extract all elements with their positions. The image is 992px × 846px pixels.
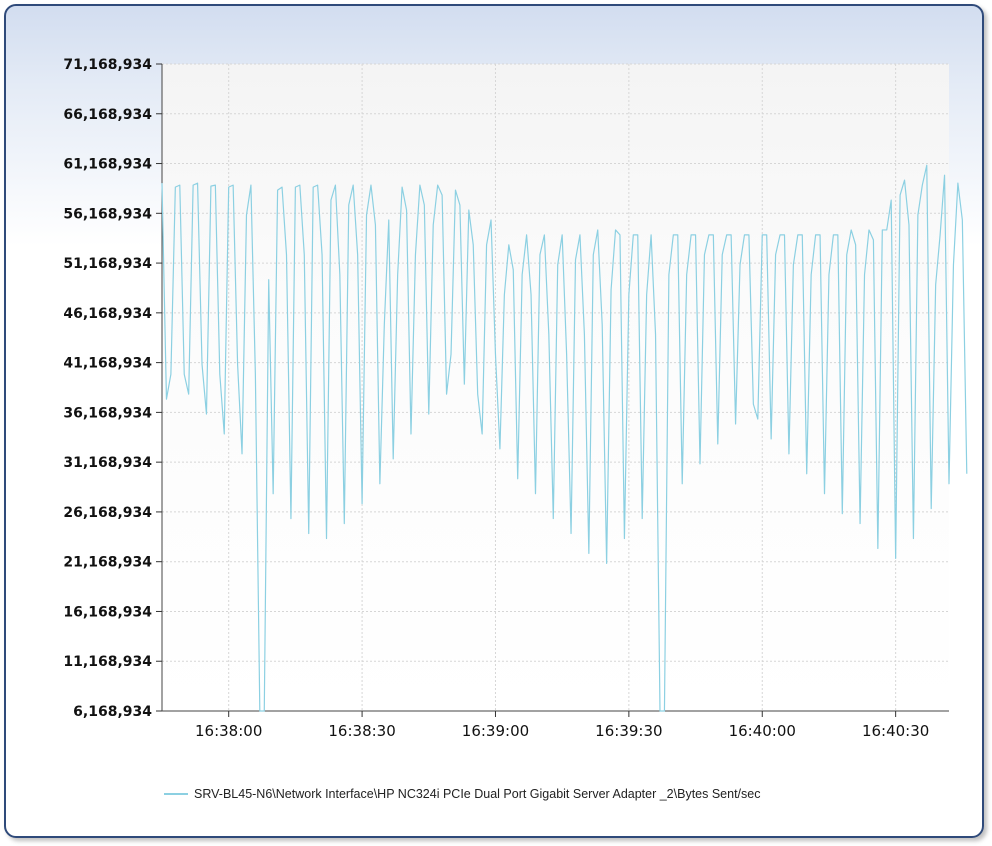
legend-swatch [164,793,188,795]
chart-canvas: 6,168,934 11,168,934 16,168,934 21,168,934 2… [63,57,968,740]
x-tick-label: 16:40:00 [729,722,796,740]
x-tick-label: 16:40:30 [862,722,929,740]
y-tick-label: 26,168,934 [63,505,152,521]
y-tick-label: 51,168,934 [63,256,152,272]
y-axis-ticks: 6,168,934 11,168,934 16,168,934 21,168,934 2… [63,57,162,720]
y-tick-label: 16,168,934 [63,604,152,620]
y-tick-label: 71,168,934 [63,57,152,73]
y-tick-label: 41,168,934 [63,356,152,372]
y-tick-label: 11,168,934 [63,654,152,670]
x-tick-label: 16:38:00 [195,722,262,740]
legend: SRV-BL45-N6\Network Interface\HP NC324i … [164,786,760,802]
x-tick-label: 16:38:30 [328,722,395,740]
x-tick-label: 16:39:00 [462,722,529,740]
x-axis-ticks: 16:38:00 16:38:30 16:39:00 16:39:30 16:40:00… [195,711,929,740]
y-tick-label: 31,168,934 [63,455,152,471]
x-tick-label: 16:39:30 [595,722,662,740]
y-tick-label: 56,168,934 [63,206,152,222]
y-tick-label: 61,168,934 [63,157,152,173]
y-tick-label: 36,168,934 [63,405,152,421]
y-tick-label: 46,168,934 [63,306,152,322]
legend-label: SRV-BL45-N6\Network Interface\HP NC324i … [194,787,761,801]
y-tick-label: 66,168,934 [63,107,152,123]
y-tick-label: 6,168,934 [73,704,152,720]
y-tick-label: 21,168,934 [63,555,152,571]
